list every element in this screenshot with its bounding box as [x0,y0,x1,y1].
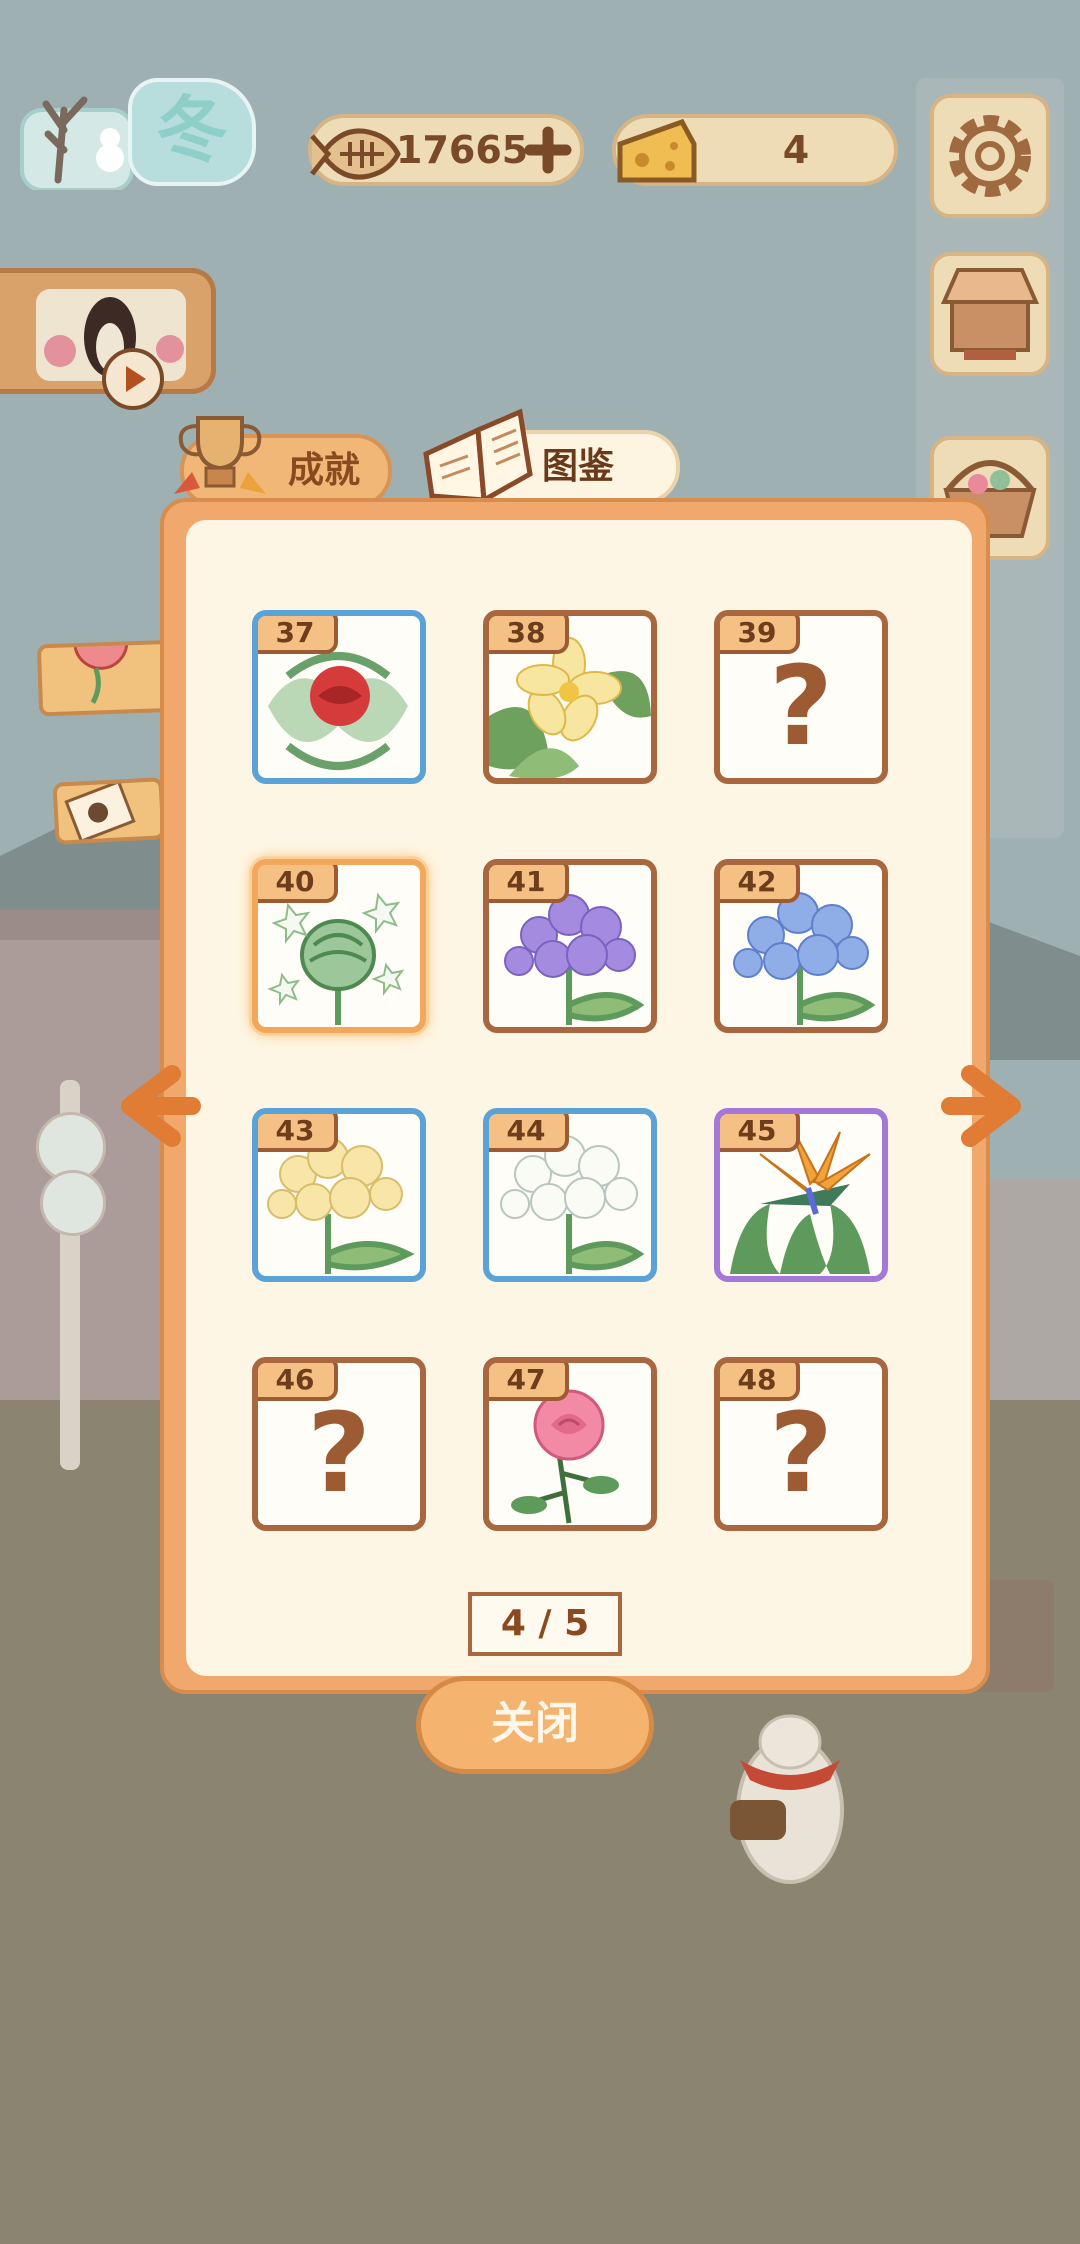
card-number: 37 [258,616,338,654]
snow-tree-icon [20,96,134,190]
flower-card-43[interactable]: 43 [252,1108,426,1282]
flower-card-48[interactable]: 48? [714,1357,888,1531]
play-icon [102,348,164,410]
shop-button[interactable] [930,252,1050,376]
photo-icon [64,779,136,844]
tab-collection-label: 图鉴 [542,446,615,487]
next-page-arrow-icon[interactable] [940,1060,1030,1150]
previous-page-arrow-icon[interactable] [112,1060,202,1150]
card-number: 46 [258,1363,338,1401]
snow-lamp-bottom [40,1170,106,1236]
season-badge: 冬 [18,60,256,190]
cheese-icon [617,118,697,183]
card-number: 38 [489,616,569,654]
card-number: 47 [489,1363,569,1401]
card-number: 39 [720,616,800,654]
flower-card-39[interactable]: 39? [714,610,888,784]
flower-card-42[interactable]: 42 [714,859,888,1033]
fish-count: 17665 [396,128,529,172]
cheese-currency: 4 [612,114,898,186]
flower-card-44[interactable]: 44 [483,1108,657,1282]
card-number: 48 [720,1363,800,1401]
flower-card-47[interactable]: 47 [483,1357,657,1531]
locked-question-mark: ? [769,642,833,770]
cheese-count: 4 [782,128,810,172]
card-number: 42 [720,865,800,903]
card-number: 41 [489,865,569,903]
card-number: 40 [258,865,338,903]
plus-icon[interactable] [524,126,572,174]
shop-stall-icon [940,268,1040,360]
pink-flower-icon [73,614,129,704]
watch-video-button[interactable] [0,268,216,410]
cat-character[interactable] [700,1680,880,1890]
season-label: 冬 [128,78,256,186]
card-number: 45 [720,1114,800,1152]
flower-card-40[interactable]: 40 [252,859,426,1033]
fishbone-icon [310,128,401,180]
gear-icon [949,115,1031,197]
close-button[interactable]: 关闭 [416,1676,654,1774]
flower-card-37[interactable]: 37 [252,610,426,784]
settings-button[interactable] [930,94,1050,218]
flower-card-41[interactable]: 41 [483,859,657,1033]
page-indicator: 4 / 5 [468,1592,622,1656]
tab-achievement-label: 成就 [288,450,361,491]
fish-currency: 17665 [308,114,584,186]
locked-question-mark: ? [769,1389,833,1517]
locked-question-mark: ? [307,1389,371,1517]
card-number: 44 [489,1114,569,1152]
flower-card-38[interactable]: 38 [483,610,657,784]
open-book-icon [423,408,533,505]
photo-side-tab[interactable] [52,777,166,845]
trophy-icon [174,416,266,494]
flower-card-45[interactable]: 45 [714,1108,888,1282]
card-number: 43 [258,1114,338,1152]
flower-card-46[interactable]: 46? [252,1357,426,1531]
